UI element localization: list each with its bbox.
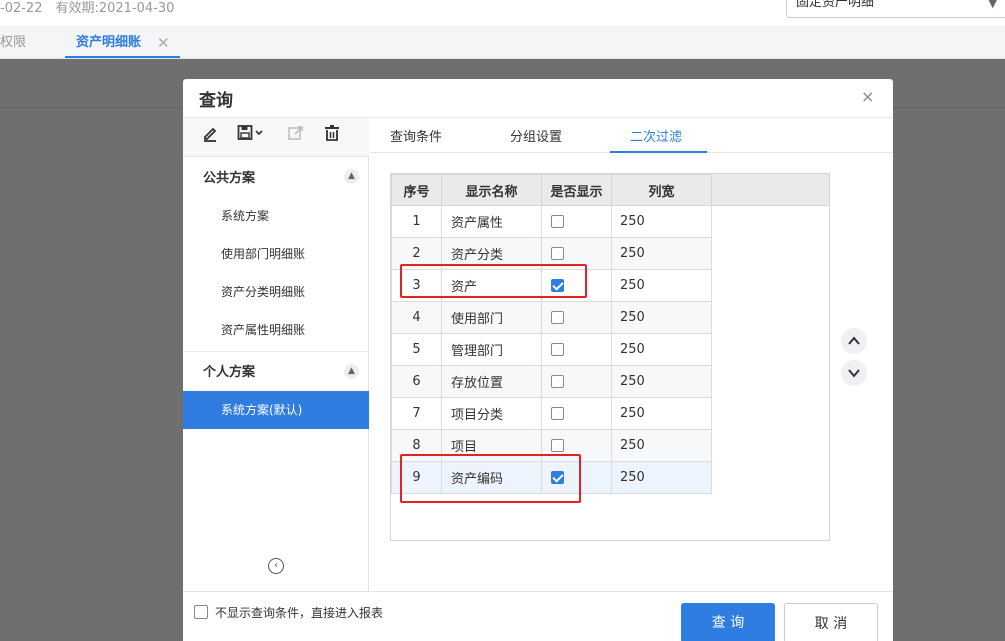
query-dialog: 查询 × 公共方案 ▲ 系统方案 使用部门明细账 资产分类明细账 资产属性明细账 <box>183 79 893 641</box>
row-number: 4 <box>391 301 442 334</box>
top-bar: -02-22 有效期:2021-04-30 固定资产明细 ▼ <box>0 0 1005 26</box>
group-public[interactable]: 公共方案 ▲ <box>183 157 369 195</box>
chevron-down-icon <box>848 369 860 378</box>
row-number: 5 <box>391 333 442 366</box>
display-name-cell: 项目分类 <box>441 397 542 430</box>
column-header: 列宽 <box>611 174 712 206</box>
display-name-cell: 资产属性 <box>441 205 542 238</box>
scheme-panel: 公共方案 ▲ 系统方案 使用部门明细账 资产分类明细账 资产属性明细账 个人方案… <box>183 118 369 591</box>
scheme-item[interactable]: 资产属性明细账 <box>183 311 369 349</box>
chevron-up-icon <box>848 336 860 345</box>
show-checkbox[interactable] <box>551 247 564 260</box>
table-row[interactable]: 6 存放位置 250 <box>391 365 712 398</box>
show-checkbox[interactable] <box>551 375 564 388</box>
highlight-box <box>400 264 587 298</box>
show-checkbox[interactable] <box>551 407 564 420</box>
show-checkbox[interactable] <box>551 215 564 228</box>
column-header: 显示名称 <box>441 174 542 206</box>
highlight-box <box>400 454 581 503</box>
export-icon[interactable] <box>287 124 305 147</box>
chevron-down-icon: ▼ <box>988 0 997 10</box>
move-up-button[interactable] <box>841 328 867 354</box>
scheme-item[interactable]: 系统方案 <box>183 197 369 235</box>
show-cell <box>541 365 612 398</box>
validity-info: -02-22 有效期:2021-04-30 <box>0 1 175 16</box>
skip-conditions-checkbox[interactable] <box>194 605 208 619</box>
column-width-cell[interactable]: 250 <box>611 397 712 430</box>
show-checkbox[interactable] <box>551 343 564 356</box>
show-cell <box>541 205 612 238</box>
close-icon[interactable]: × <box>861 87 874 106</box>
query-tabs: 查询条件 分组设置 二次过滤 <box>370 118 893 153</box>
cancel-button[interactable]: 取 消 <box>784 603 878 641</box>
page-tab-asset-ledger[interactable]: 资产明细账 ✕ <box>65 26 180 58</box>
column-width-cell[interactable]: 250 <box>611 365 712 398</box>
display-name-cell: 使用部门 <box>441 301 542 334</box>
scheme-toolbar <box>183 118 369 157</box>
row-number: 1 <box>391 205 442 238</box>
column-width-cell[interactable]: 250 <box>611 269 712 302</box>
row-number: 7 <box>391 397 442 430</box>
edit-icon[interactable] <box>202 124 218 147</box>
tab-group-settings[interactable]: 分组设置 <box>510 126 562 145</box>
chevron-up-icon[interactable]: ▲ <box>344 169 359 184</box>
save-icon[interactable] <box>237 124 265 147</box>
show-cell <box>541 333 612 366</box>
collapse-panel-icon[interactable]: ‹ <box>268 558 284 574</box>
scheme-item[interactable]: 资产分类明细账 <box>183 273 369 311</box>
group-personal-label: 个人方案 <box>203 365 256 380</box>
column-width-cell[interactable]: 250 <box>611 301 712 334</box>
display-name-cell: 管理部门 <box>441 333 542 366</box>
column-width-cell[interactable]: 250 <box>611 205 712 238</box>
delete-icon[interactable] <box>324 124 340 147</box>
table-row[interactable]: 5 管理部门 250 <box>391 333 712 366</box>
scheme-item[interactable]: 使用部门明细账 <box>183 235 369 273</box>
column-table: 序号 显示名称 是否显示 列宽 1 资产属性 250 2 资产分类 250 3 资产 250 4 使… <box>391 174 712 494</box>
report-select[interactable]: 固定资产明细 ▼ <box>786 0 1005 18</box>
show-cell <box>541 397 612 430</box>
group-personal[interactable]: 个人方案 ▲ <box>183 352 369 390</box>
row-number: 6 <box>391 365 442 398</box>
table-row[interactable]: 1 资产属性 250 <box>391 205 712 238</box>
column-width-cell[interactable]: 250 <box>611 429 712 462</box>
column-header: 序号 <box>391 174 442 206</box>
tab-secondary-filter[interactable]: 二次过滤 <box>630 126 682 145</box>
scheme-item-default[interactable]: 系统方案(默认) <box>183 391 369 429</box>
page-tab-label: 资产明细账 <box>76 35 142 50</box>
page-tab-permissions[interactable]: 权限 <box>0 26 26 58</box>
display-name-cell: 存放位置 <box>441 365 542 398</box>
show-cell <box>541 301 612 334</box>
query-button[interactable]: 查 询 <box>681 603 775 641</box>
column-width-cell[interactable]: 250 <box>611 333 712 366</box>
table-row[interactable]: 7 项目分类 250 <box>391 397 712 430</box>
page-tab-bar: 权限 资产明细账 ✕ <box>0 26 1005 59</box>
close-icon[interactable]: ✕ <box>157 26 170 60</box>
column-header: 是否显示 <box>541 174 612 206</box>
move-down-button[interactable] <box>841 360 867 386</box>
dialog-title: 查询 <box>199 91 233 111</box>
column-width-cell[interactable]: 250 <box>611 461 712 494</box>
show-checkbox[interactable] <box>551 311 564 324</box>
group-public-label: 公共方案 <box>203 171 256 186</box>
skip-conditions-label: 不显示查询条件，直接进入报表 <box>215 606 384 620</box>
column-width-cell[interactable]: 250 <box>611 237 712 270</box>
tab-query-conditions[interactable]: 查询条件 <box>390 126 442 145</box>
show-checkbox[interactable] <box>551 439 564 452</box>
table-row[interactable]: 4 使用部门 250 <box>391 301 712 334</box>
dialog-footer: 不显示查询条件，直接进入报表 查 询 取 消 <box>183 591 893 641</box>
chevron-up-icon[interactable]: ▲ <box>344 364 359 379</box>
report-select-value: 固定资产明细 <box>796 0 875 10</box>
